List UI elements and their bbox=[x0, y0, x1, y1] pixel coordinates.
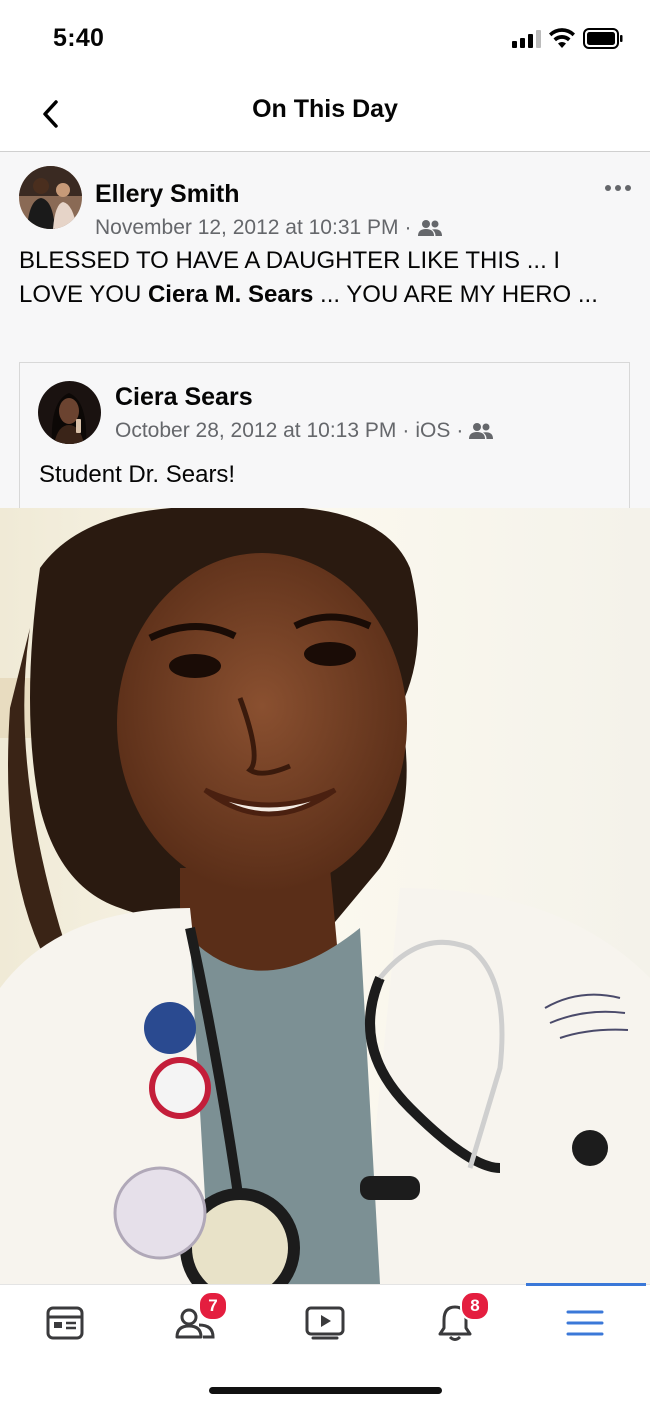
author-avatar[interactable] bbox=[19, 166, 82, 229]
friends-audience-icon[interactable] bbox=[417, 219, 442, 237]
more-options-icon[interactable] bbox=[603, 178, 633, 198]
tagged-person-link[interactable]: Ciera M. Sears bbox=[148, 281, 313, 308]
post-text-part2: ... YOU ARE MY HERO ... bbox=[313, 281, 598, 308]
shared-author-name[interactable]: Ciera Sears bbox=[115, 383, 253, 412]
post-source: iOS bbox=[415, 419, 451, 442]
tab-feed[interactable] bbox=[0, 1285, 130, 1361]
battery-icon bbox=[583, 28, 623, 49]
nav-bar: On This Day bbox=[0, 78, 650, 152]
tab-menu[interactable] bbox=[520, 1285, 650, 1361]
notifications-badge: 8 bbox=[460, 1291, 490, 1321]
video-icon bbox=[305, 1306, 345, 1340]
post-photo[interactable] bbox=[0, 508, 650, 1284]
shared-post-card[interactable]: Ciera Sears October 28, 2012 at 10:13 PM… bbox=[19, 362, 630, 509]
selfie-photo-image bbox=[0, 508, 650, 1284]
meta-separator: · bbox=[404, 216, 412, 239]
post-timestamp[interactable]: November 12, 2012 at 10:31 PM bbox=[95, 216, 399, 240]
home-indicator[interactable] bbox=[209, 1387, 442, 1394]
shared-post-timestamp[interactable]: October 28, 2012 at 10:13 PM bbox=[115, 419, 396, 443]
news-feed-icon bbox=[46, 1306, 84, 1340]
meta-separator: · bbox=[456, 419, 464, 442]
wifi-icon bbox=[549, 28, 575, 48]
post-text: BLESSED TO HAVE A DAUGHTER LIKE THIS ...… bbox=[19, 244, 619, 312]
friends-badge: 7 bbox=[198, 1291, 228, 1321]
shared-author-avatar[interactable] bbox=[38, 381, 101, 444]
post-meta: November 12, 2012 at 10:31 PM · bbox=[95, 216, 442, 240]
status-time: 5:40 bbox=[53, 24, 105, 52]
memory-post: Ellery Smith November 12, 2012 at 10:31 … bbox=[0, 152, 650, 1284]
friends-audience-icon[interactable] bbox=[469, 422, 494, 440]
tab-notifications[interactable]: 8 bbox=[390, 1285, 520, 1361]
page-title: On This Day bbox=[252, 95, 398, 123]
tab-friends[interactable]: 7 bbox=[130, 1285, 260, 1361]
author-name[interactable]: Ellery Smith bbox=[95, 180, 240, 209]
post-header: Ellery Smith November 12, 2012 at 10:31 … bbox=[19, 166, 650, 239]
shared-post-text: Student Dr. Sears! bbox=[39, 461, 236, 488]
shared-post-meta: October 28, 2012 at 10:13 PM · iOS · bbox=[115, 419, 494, 443]
status-bar: 5:40 bbox=[0, 0, 650, 78]
menu-icon bbox=[566, 1310, 604, 1336]
meta-separator: · bbox=[402, 419, 410, 442]
cellular-signal-icon bbox=[512, 30, 541, 48]
tab-watch[interactable] bbox=[260, 1285, 390, 1361]
